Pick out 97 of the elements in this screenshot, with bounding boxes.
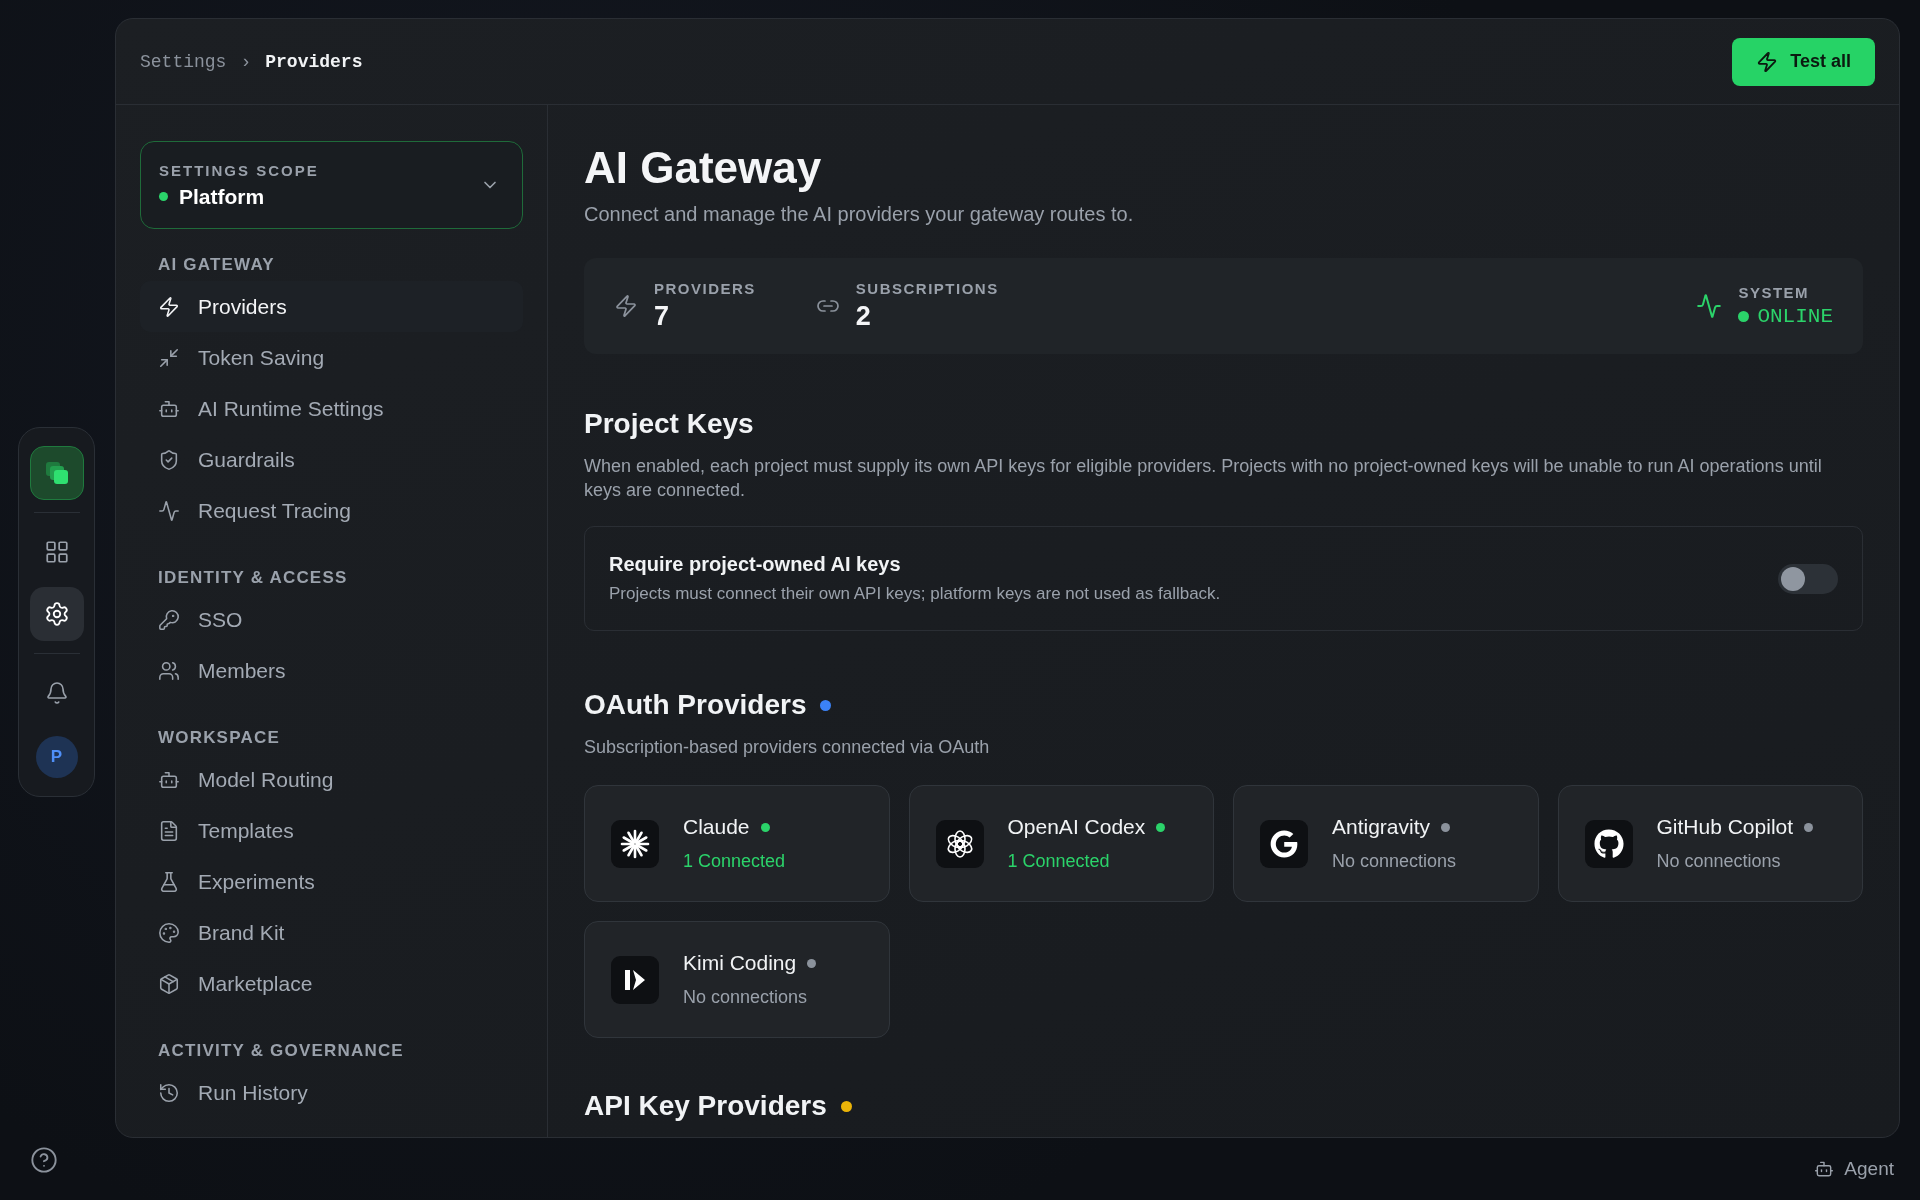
people-icon <box>158 659 180 682</box>
sunburst-icon <box>620 828 650 859</box>
bell-icon <box>44 681 69 705</box>
lightning-icon <box>158 295 180 318</box>
letter-g-icon <box>1270 829 1298 858</box>
arrows-inward-icon <box>158 346 180 369</box>
box-icon <box>158 972 180 995</box>
palette-icon <box>158 921 180 944</box>
sidebar-item-label: Model Routing <box>198 767 334 792</box>
section-heading: ACTIVITY & GOVERNANCE <box>158 1041 405 1061</box>
connection-status: No connections <box>1656 851 1782 872</box>
shield-check-icon <box>158 448 180 471</box>
connection-status: 1 Connected <box>683 851 786 872</box>
sidebar-item-label: Token Saving <box>198 345 325 370</box>
provider-name: GitHub Copilot <box>1656 815 1794 839</box>
sidebar-item-label: Guardrails <box>198 447 295 472</box>
section-title: Project Keys <box>584 408 755 440</box>
settings-icon <box>43 601 70 627</box>
provider-name: OpenAI Codex <box>1007 815 1146 839</box>
key-icon <box>158 608 180 631</box>
connection-status: No connections <box>683 987 809 1008</box>
sidebar-item[interactable]: Experiments <box>140 856 523 907</box>
provider-name: Antigravity <box>1332 815 1431 839</box>
flask-icon <box>158 870 180 893</box>
connection-status: No connections <box>1332 851 1457 872</box>
provider-card[interactable]: Kimi Coding No connections <box>584 921 890 1038</box>
provider-card[interactable]: OpenAI Codex 1 Connected <box>908 785 1214 902</box>
pulse-icon <box>158 499 180 522</box>
system-status: ONLINE <box>1757 305 1833 328</box>
sidebar-item[interactable]: Run History <box>140 1067 523 1118</box>
page-title: AI Gateway <box>584 143 823 193</box>
pulse-icon <box>1696 293 1723 319</box>
sidebar-item[interactable]: Model Routing <box>140 754 523 805</box>
lightning-icon <box>614 294 638 318</box>
provider-card[interactable]: Antigravity No connections <box>1233 785 1539 902</box>
scope-value: Platform <box>179 184 265 209</box>
user-avatar[interactable]: P <box>35 736 78 778</box>
grid-icon <box>43 539 70 565</box>
sidebar-item-label: Providers <box>198 294 287 319</box>
sidebar-item[interactable]: AI Runtime Settings <box>140 383 523 434</box>
breadcrumb-current: Providers <box>265 51 363 72</box>
sidebar-item-label: Experiments <box>198 869 315 894</box>
history-icon <box>158 1081 180 1104</box>
rail-button[interactable] <box>29 587 84 641</box>
sidebar-item[interactable]: Templates <box>140 805 523 856</box>
stat-value: 7 <box>654 301 671 332</box>
provider-name: Kimi Coding <box>683 951 797 975</box>
sidebar-item-label: Marketplace <box>198 971 313 996</box>
section-heading: AI GATEWAY <box>158 255 276 275</box>
breadcrumb-separator: › <box>240 51 252 72</box>
sidebar-item[interactable]: Guardrails <box>140 434 523 485</box>
section-heading: WORKSPACE <box>158 728 281 748</box>
test-all-button[interactable]: Test all <box>1732 37 1875 86</box>
help-button[interactable] <box>30 1146 58 1174</box>
stat-value: 2 <box>855 301 872 332</box>
sidebar-item[interactable]: Token Saving <box>140 332 523 383</box>
knot-icon <box>944 828 975 859</box>
setting-description: Projects must connect their own API keys; platform keys are not used as fallback. <box>609 584 1221 604</box>
provider-name: Claude <box>683 815 750 839</box>
sidebar-item-label: SSO <box>198 607 243 632</box>
section-title: API Key Providers <box>584 1090 827 1122</box>
provider-card[interactable]: Claude 1 Connected <box>584 785 890 902</box>
stat-label: PROVIDERS <box>654 280 756 297</box>
scope-dropdown[interactable]: SETTINGS SCOPE Platform <box>140 141 523 229</box>
provider-card[interactable]: GitHub Copilot No connections <box>1557 785 1863 902</box>
agent-button[interactable]: Agent <box>1808 1157 1900 1181</box>
stat-label: SUBSCRIPTIONS <box>855 280 999 297</box>
sidebar-item[interactable]: Request Tracing <box>140 485 523 536</box>
sidebar-item-label: Brand Kit <box>198 920 285 945</box>
stacked-squares-icon <box>43 460 70 486</box>
sidebar-item-label: Members <box>198 658 286 683</box>
lightning-icon <box>1756 50 1779 73</box>
sidebar-item[interactable]: Members <box>140 645 523 696</box>
page-subtitle: Connect and manage the AI providers your gateway routes to. <box>584 203 1135 226</box>
sidebar-item[interactable]: Marketplace <box>140 958 523 1009</box>
scope-label: SETTINGS SCOPE <box>159 161 319 179</box>
connection-status: 1 Connected <box>1007 851 1111 872</box>
breadcrumb-link[interactable]: Settings <box>140 51 227 72</box>
toggle-switch[interactable] <box>1778 563 1838 594</box>
section-heading: IDENTITY & ACCESS <box>158 568 349 588</box>
app-logo-button[interactable] <box>29 446 84 500</box>
help-icon <box>30 1146 58 1174</box>
sidebar-item-label: AI Runtime Settings <box>198 396 384 421</box>
section-title: OAuth Providers <box>584 689 807 721</box>
cat-silhouette-icon <box>1593 828 1624 859</box>
sidebar-item-label: Templates <box>198 818 294 843</box>
sidebar-item[interactable]: SSO <box>140 594 523 645</box>
sidebar-item[interactable]: Providers <box>140 281 523 332</box>
setting-title: Require project-owned AI keys <box>609 553 902 576</box>
sidebar-item[interactable]: Brand Kit <box>140 907 523 958</box>
robot-icon <box>1814 1159 1835 1179</box>
section-description: Subscription-based providers connected via OAuth <box>584 736 991 759</box>
stat-label: SYSTEM <box>1738 284 1811 301</box>
document-icon <box>158 819 180 842</box>
section-description: When enabled, each project must supply its own API keys for eligible providers. Projects with no project-owned keys will be unable to run AI operations until keys are connected. <box>584 455 1823 502</box>
sidebar-item-label: Run History <box>198 1080 308 1105</box>
sidebar-item-label: Request Tracing <box>198 498 351 523</box>
